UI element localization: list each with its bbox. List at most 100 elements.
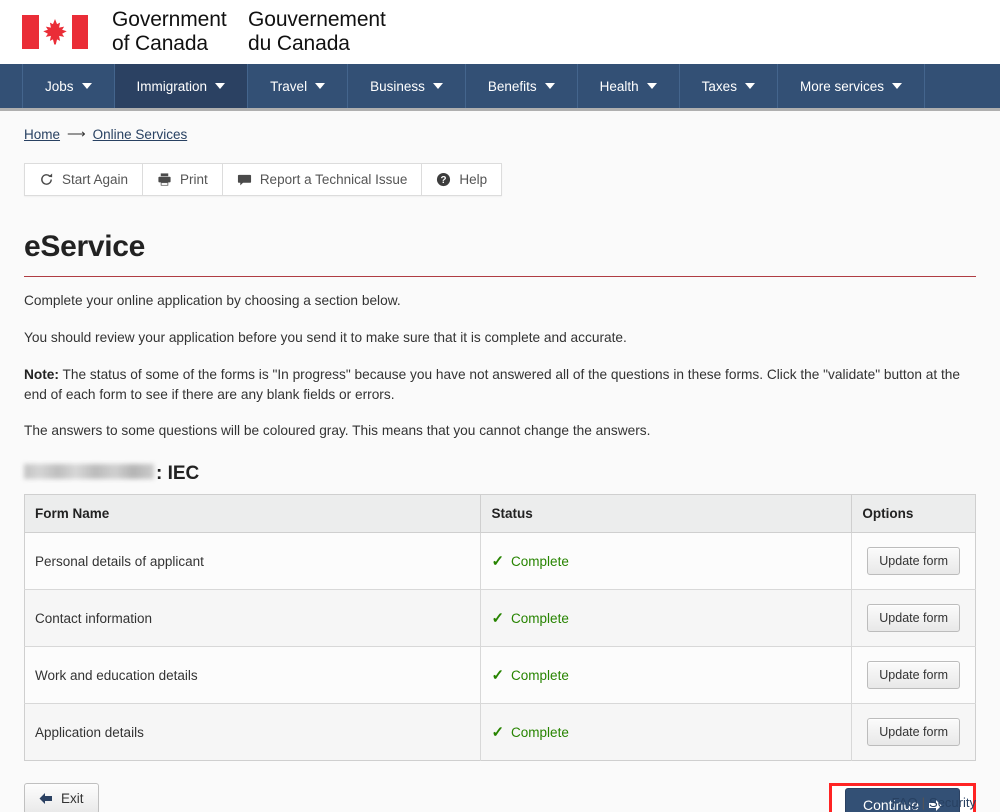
nav-item-label: Benefits (487, 78, 537, 94)
nav-item-immigration[interactable]: Immigration (114, 64, 249, 108)
question-mark-circle-icon: ? (436, 172, 451, 187)
cell-options: Update form (851, 646, 976, 704)
cell-options: Update form (851, 532, 976, 590)
forms-table: Form Name Status Options Personal detail… (24, 494, 976, 762)
status-badge: ✓ Complete (491, 554, 568, 569)
help-label: Help (459, 172, 488, 187)
exit-label: Exit (61, 791, 84, 807)
status-badge: ✓ Complete (491, 725, 568, 740)
checkmark-icon: ✓ (491, 666, 505, 684)
chevron-down-icon (315, 83, 326, 89)
report-technical-issue-button[interactable]: Report a Technical Issue (222, 164, 423, 195)
update-form-button[interactable]: Update form (867, 718, 961, 747)
intro-text: Complete your online application by choo… (24, 293, 401, 308)
column-header-form-name: Form Name (24, 494, 482, 534)
nav-item-label: Taxes (701, 78, 737, 94)
chevron-down-icon (891, 83, 902, 89)
wordmark-en-line1: Government (112, 8, 227, 32)
footer-links: FAQ | Security (892, 795, 976, 810)
gray-answers-note: The answers to some questions will be co… (24, 423, 651, 439)
help-button[interactable]: ? Help (422, 164, 502, 195)
forms-table-head: Form Name Status Options (24, 494, 976, 534)
breadcrumb: Home ⟶ Online Services (0, 111, 1000, 145)
arrow-left-icon (39, 793, 52, 805)
goc-wordmark: Government of Canada Gouvernement du Can… (112, 8, 386, 55)
cell-status: ✓ Complete (480, 589, 853, 647)
column-header-status: Status (480, 494, 853, 534)
faq-link[interactable]: FAQ (892, 795, 918, 810)
update-form-button[interactable]: Update form (867, 547, 961, 576)
redacted-applicant-name (24, 464, 154, 480)
nav-item-health[interactable]: Health (578, 64, 680, 108)
cell-form-name: Work and education details (24, 646, 482, 704)
cell-options: Update form (851, 589, 976, 647)
breadcrumb-online-services-link[interactable]: Online Services (93, 127, 188, 142)
page-title: eService (24, 230, 146, 263)
wordmark-fr-line2: du Canada (248, 32, 350, 55)
status-label: Complete (511, 610, 569, 626)
security-link[interactable]: Security (929, 795, 976, 810)
breadcrumb-home-link[interactable]: Home (24, 127, 60, 142)
speech-bubble-icon (237, 172, 252, 187)
nav-item-business[interactable]: Business (348, 64, 466, 108)
application-section-heading: : IEC (24, 463, 976, 485)
wordmark-english: Government of Canada (112, 8, 248, 55)
wordmark-fr-line1: Gouvernement (248, 8, 386, 32)
nav-item-label: Travel (270, 78, 308, 94)
cell-status: ✓ Complete (480, 703, 853, 761)
update-form-button[interactable]: Update form (867, 661, 961, 690)
chevron-down-icon (215, 83, 226, 89)
nav-item-label: Jobs (45, 78, 74, 94)
cell-options: Update form (851, 703, 976, 761)
nav-item-label: Business (370, 78, 425, 94)
nav-item-taxes[interactable]: Taxes (680, 64, 778, 108)
status-note-paragraph: Note: The status of some of the forms is… (24, 365, 976, 405)
review-note-text: You should review your application befor… (24, 329, 627, 345)
flag-right-bar (71, 15, 88, 49)
wordmark-french: Gouvernement du Canada (248, 8, 386, 55)
table-row: Work and education details ✓ Complete Updat… (24, 646, 976, 704)
title-divider (24, 276, 976, 277)
nav-item-travel[interactable]: Travel (248, 64, 349, 108)
refresh-icon (39, 172, 54, 187)
checkmark-icon: ✓ (491, 723, 505, 741)
chevron-down-icon (744, 83, 755, 89)
report-technical-issue-label: Report a Technical Issue (259, 172, 408, 187)
table-row: Personal details of applicant ✓ Complete Up… (24, 532, 976, 590)
checkmark-icon: ✓ (491, 552, 505, 570)
page-toolbar: Start Again Print Report a Technical Iss… (24, 163, 503, 196)
nav-item-benefits[interactable]: Benefits (466, 64, 578, 108)
canada-flag-icon (22, 15, 88, 49)
brand-header: Government of Canada Gouvernement du Can… (0, 0, 1000, 64)
status-badge: ✓ Complete (491, 668, 568, 683)
exit-button[interactable]: Exit (24, 783, 99, 812)
chevron-down-icon (432, 83, 443, 89)
cell-form-name: Contact information (24, 589, 482, 647)
printer-icon (157, 172, 172, 187)
nav-item-jobs[interactable]: Jobs (22, 64, 115, 108)
forms-table-body: Personal details of applicant ✓ Complete Up… (24, 532, 976, 761)
chevron-down-icon (81, 83, 92, 89)
nav-item-label: More services (799, 78, 884, 94)
maple-leaf-icon (43, 19, 67, 45)
note-label: Note: (24, 366, 59, 382)
note-body: The status of some of the forms is "In p… (24, 366, 960, 402)
main-navigation: Jobs Immigration Travel Business Benefits Hea… (0, 64, 1000, 111)
main-content: eService Complete your online applicatio… (0, 230, 1000, 762)
table-header-row: Form Name Status Options (24, 494, 976, 534)
update-form-button[interactable]: Update form (867, 604, 961, 633)
status-badge: ✓ Complete (491, 611, 568, 626)
flag-left-bar (22, 15, 39, 49)
cell-status: ✓ Complete (480, 532, 853, 590)
section-heading-suffix: : IEC (156, 463, 200, 485)
start-again-button[interactable]: Start Again (25, 164, 144, 195)
status-label: Complete (511, 724, 569, 740)
print-button[interactable]: Print (143, 164, 223, 195)
nav-item-more-services[interactable]: More services (778, 64, 925, 108)
cell-form-name: Personal details of applicant (24, 532, 482, 590)
table-row: Application details ✓ Complete Update form (24, 703, 976, 761)
action-row: Exit Continue (0, 783, 1000, 812)
nav-item-label: Health (599, 78, 639, 94)
wordmark-en-line2: of Canada (112, 32, 209, 55)
status-label: Complete (511, 553, 569, 569)
